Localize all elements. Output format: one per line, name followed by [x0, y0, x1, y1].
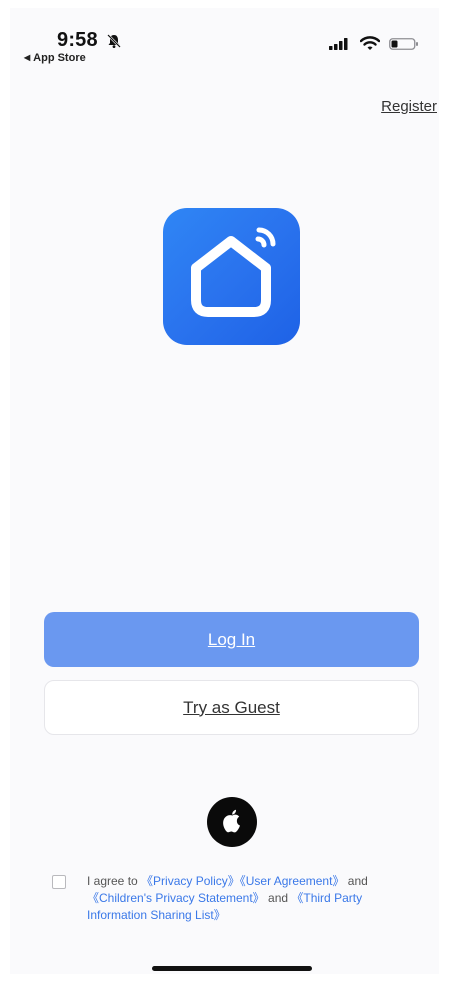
- agree-and-1: and: [344, 874, 368, 888]
- silent-bell-icon: [107, 34, 121, 48]
- smart-home-app-logo: [163, 208, 300, 345]
- user-agreement-link[interactable]: 《User Agreement》: [240, 874, 345, 888]
- privacy-policy-link[interactable]: 《Privacy Policy》: [141, 874, 240, 888]
- smart-home-icon: [191, 227, 276, 317]
- apple-icon: [223, 809, 240, 833]
- agree-and-2: and: [264, 891, 292, 905]
- battery-icon: [389, 38, 418, 50]
- cellular-signal-icon: [329, 38, 348, 50]
- childrens-privacy-link[interactable]: 《Children's Privacy Statement》: [87, 891, 265, 905]
- login-button[interactable]: Log In: [44, 612, 419, 667]
- agree-prefix: I agree to: [87, 874, 142, 888]
- register-link[interactable]: Register: [381, 98, 437, 115]
- status-time: 9:58: [57, 29, 98, 51]
- back-triangle-icon: ◀: [24, 53, 31, 62]
- try-as-guest-button[interactable]: Try as Guest: [44, 680, 419, 735]
- back-app-label: App Store: [33, 52, 86, 64]
- agreement-text: I agree to 《Privacy Policy》《User Agreeme…: [87, 873, 417, 924]
- status-bar: 9:58 ◀ App Store: [0, 0, 449, 70]
- home-indicator[interactable]: [152, 966, 312, 971]
- wifi-icon: [360, 36, 380, 50]
- back-to-app-store[interactable]: ◀ App Store: [24, 52, 86, 64]
- agree-checkbox[interactable]: [52, 875, 66, 889]
- sign-in-with-apple-button[interactable]: [207, 797, 257, 847]
